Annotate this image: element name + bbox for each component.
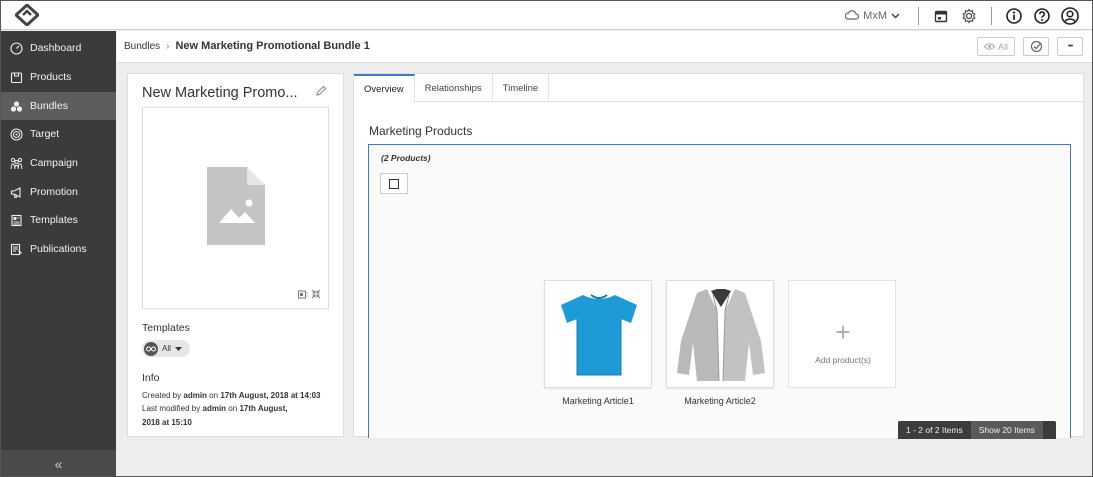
publications-icon bbox=[9, 242, 23, 256]
caret-down-icon bbox=[174, 346, 182, 351]
context-selector[interactable]: MxM bbox=[835, 10, 910, 22]
tab-timeline[interactable]: Timeline bbox=[493, 74, 550, 102]
page-size-selector[interactable]: Show 20 Items bbox=[970, 421, 1043, 439]
checkbox[interactable] bbox=[389, 178, 399, 189]
divider bbox=[918, 6, 919, 25]
plus-icon: + bbox=[835, 317, 851, 347]
sidebar-item-products[interactable]: Products bbox=[1, 63, 116, 91]
breadcrumb-separator: › bbox=[166, 40, 170, 52]
product-count: (2 Products) bbox=[381, 153, 431, 163]
logo-icon[interactable] bbox=[15, 4, 39, 26]
section-title: Marketing Products bbox=[369, 124, 473, 138]
tab-bar: Overview Relationships Timeline bbox=[354, 74, 1083, 102]
promotion-icon bbox=[9, 185, 23, 199]
check-circle-icon bbox=[1030, 40, 1042, 53]
sidebar-item-templates[interactable]: Templates bbox=[1, 206, 116, 234]
select-all-checkbox[interactable] bbox=[380, 173, 408, 194]
sidebar-item-label: Campaign bbox=[30, 157, 78, 169]
sidebar-item-publications[interactable]: Publications bbox=[1, 235, 116, 263]
sidebar-item-dashboard[interactable]: Dashboard bbox=[1, 34, 116, 62]
product-name[interactable]: Marketing Article1 bbox=[544, 396, 652, 406]
bundle-title: New Marketing Promo... bbox=[142, 85, 298, 101]
breadcrumb: Bundles › New Marketing Promotional Bund… bbox=[124, 40, 370, 52]
modified-date-cont: 2018 at 15:10 bbox=[142, 418, 192, 427]
sidebar-item-label: Dashboard bbox=[30, 42, 82, 54]
modified-by-user: admin bbox=[202, 404, 227, 413]
view-all-button[interactable]: All bbox=[977, 37, 1015, 56]
view-all-label: All bbox=[997, 41, 1008, 52]
created-info: Created by admin on 17th August, 2018 at… bbox=[142, 391, 321, 400]
modified-date: 17th August, bbox=[239, 404, 288, 413]
marketing-products-panel: (2 Products) Marketing Article1 Marketin… bbox=[368, 144, 1071, 439]
product-tile[interactable] bbox=[666, 280, 774, 388]
app-window: MxM Dashboard Products Bundles Target Ca… bbox=[0, 0, 1093, 477]
sidebar-item-label: Promotion bbox=[30, 186, 78, 198]
tab-overview[interactable]: Overview bbox=[354, 74, 415, 102]
sidebar: Dashboard Products Bundles Target Campai… bbox=[1, 31, 116, 476]
image-file-icon bbox=[207, 167, 265, 245]
products-icon bbox=[9, 70, 23, 84]
double-chevron-left-icon: « bbox=[54, 455, 63, 472]
page-title: New Marketing Promotional Bundle 1 bbox=[175, 40, 370, 52]
sidebar-item-bundles[interactable]: Bundles bbox=[1, 92, 116, 120]
user-icon[interactable] bbox=[1061, 6, 1079, 25]
context-label: MxM bbox=[863, 9, 887, 22]
sidebar-item-label: Publications bbox=[30, 243, 87, 255]
edit-pencil-icon[interactable] bbox=[315, 85, 327, 97]
binoculars-icon bbox=[144, 341, 158, 356]
created-by-user: admin bbox=[183, 391, 207, 400]
calendar-icon[interactable] bbox=[932, 7, 950, 25]
top-bar: MxM bbox=[1, 1, 1092, 30]
blue-tshirt-image bbox=[561, 294, 637, 376]
sidebar-item-promotion[interactable]: Promotion bbox=[1, 178, 116, 206]
templates-filter-dropdown[interactable]: All bbox=[142, 340, 190, 357]
tab-relationships[interactable]: Relationships bbox=[415, 74, 493, 102]
created-date: 17th August, 2018 at 14:03 bbox=[220, 391, 321, 400]
gear-icon[interactable] bbox=[960, 7, 978, 25]
templates-icon bbox=[9, 213, 23, 227]
more-options-button[interactable]: ••• bbox=[1057, 37, 1083, 56]
info-heading: Info bbox=[142, 372, 160, 384]
bundle-image-placeholder[interactable] bbox=[142, 107, 329, 309]
pagination-bar: 1 - 2 of 2 Items Show 20 Items bbox=[898, 421, 1056, 439]
modified-info: Last modified by admin on 17th August, bbox=[142, 404, 288, 413]
templates-heading: Templates bbox=[142, 322, 190, 334]
eye-icon bbox=[983, 43, 995, 50]
sidebar-item-label: Target bbox=[30, 128, 60, 140]
chevron-down-icon bbox=[891, 12, 900, 19]
target-icon bbox=[9, 127, 23, 141]
breadcrumb-root-link[interactable]: Bundles bbox=[124, 41, 160, 52]
bundles-icon bbox=[9, 99, 23, 113]
help-icon[interactable] bbox=[1033, 7, 1051, 25]
product-name[interactable]: Marketing Article2 bbox=[666, 396, 774, 406]
bundle-detail-card: Overview Relationships Timeline Marketin… bbox=[353, 73, 1084, 439]
bundle-summary-card: New Marketing Promo... Templates All Inf… bbox=[127, 73, 344, 437]
sidebar-item-campaign[interactable]: Campaign bbox=[1, 149, 116, 177]
divider bbox=[991, 6, 992, 25]
approve-button[interactable] bbox=[1023, 37, 1049, 56]
more-icon: ••• bbox=[1067, 43, 1073, 50]
add-product-label: Add product(s) bbox=[815, 355, 871, 365]
collapse-sidebar-button[interactable]: « bbox=[1, 450, 116, 476]
sidebar-item-label: Templates bbox=[30, 214, 78, 226]
templates-filter-value: All bbox=[162, 344, 171, 353]
image-settings-icon[interactable] bbox=[298, 290, 308, 299]
grey-cardigan-image bbox=[677, 289, 765, 382]
cloud-icon bbox=[845, 10, 860, 20]
modified-info-cont: 2018 at 15:10 bbox=[142, 418, 192, 427]
sidebar-item-label: Bundles bbox=[30, 100, 68, 112]
sidebar-item-label: Products bbox=[30, 71, 72, 83]
campaign-icon bbox=[9, 156, 23, 170]
collapse-arrows-icon[interactable] bbox=[311, 289, 321, 299]
add-product-button[interactable]: + Add product(s) bbox=[788, 280, 896, 388]
pagination-count: 1 - 2 of 2 Items bbox=[906, 425, 963, 435]
dashboard-icon bbox=[9, 41, 23, 55]
page-header: Bundles › New Marketing Promotional Bund… bbox=[117, 31, 1092, 63]
info-icon[interactable] bbox=[1005, 7, 1023, 25]
sidebar-item-target[interactable]: Target bbox=[1, 120, 116, 148]
product-tile[interactable] bbox=[544, 280, 652, 388]
